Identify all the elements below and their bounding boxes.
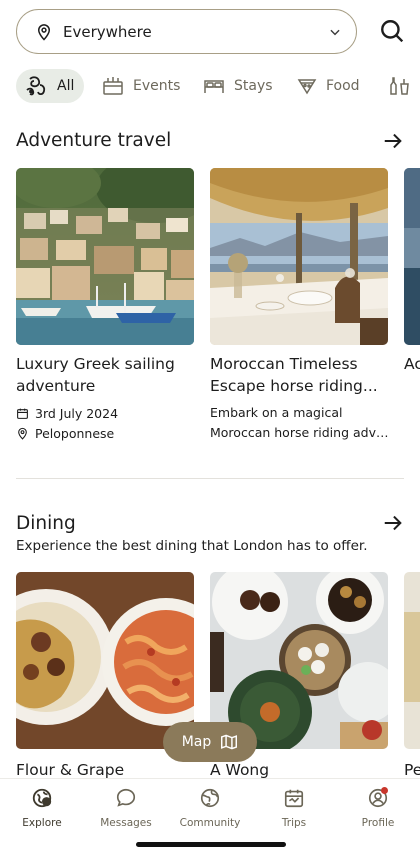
bed-icon (204, 80, 224, 93)
nav-community[interactable]: Community (168, 787, 252, 829)
card-image-partial (404, 572, 420, 749)
map-button[interactable]: Map (163, 722, 257, 762)
nav-explore[interactable]: Explore (0, 787, 84, 829)
globe-icon (200, 788, 220, 808)
home-indicator (136, 842, 286, 847)
arrow-right-icon[interactable] (382, 130, 404, 152)
section-title-adventure: Adventure travel (16, 130, 172, 151)
search-icon[interactable] (379, 18, 405, 44)
section-divider (16, 478, 404, 479)
card-image-moroccan-terrace (210, 168, 388, 345)
chevron-down-icon (330, 29, 340, 35)
chip-food[interactable]: Food (297, 69, 360, 103)
chip-label: Stays (234, 78, 273, 94)
chip-all[interactable]: All (16, 69, 85, 103)
explore-icon (32, 788, 52, 808)
top-bar: Everywhere (0, 0, 420, 62)
card-title-partial: Ac Bo (404, 355, 420, 373)
chip-label: All (57, 78, 75, 94)
food-icon (297, 79, 317, 95)
location-label: Everywhere (63, 22, 152, 41)
card-location: Peloponnese (16, 423, 196, 443)
section-title-dining: Dining (16, 513, 76, 534)
card-image-partial (404, 168, 420, 345)
chip-stays[interactable]: Stays (203, 69, 273, 103)
adventure-card[interactable]: Moroccan Timeless Escape horse riding...… (210, 168, 390, 443)
section-subtitle-dining: Experience the best dining that London h… (16, 538, 368, 554)
nav-label: Explore (22, 817, 62, 829)
map-pin-icon (18, 427, 27, 440)
trips-icon (284, 789, 304, 808)
chip-events[interactable]: Events (102, 69, 180, 103)
map-button-label: Map (181, 734, 212, 750)
events-icon (103, 77, 123, 95)
card-title: Moroccan Timeless Escape horse riding... (210, 355, 378, 395)
drinks-icon (390, 77, 409, 95)
map-pin-icon (37, 23, 51, 41)
nav-messages[interactable]: Messages (84, 787, 168, 829)
chat-bubble-icon (116, 788, 136, 807)
notification-badge (381, 787, 388, 794)
nav-label: Profile (361, 817, 395, 829)
card-description-line-2: Moroccan horse riding adve... (210, 425, 390, 440)
adventure-card[interactable]: Luxury Greek sailing adventure 3rd July … (16, 168, 196, 443)
card-date: 3rd July 2024 (16, 403, 196, 423)
nav-trips[interactable]: Trips (252, 787, 336, 829)
card-image-pasta (16, 572, 194, 749)
calendar-icon (17, 408, 28, 419)
card-title: Luxury Greek sailing adventure (16, 355, 175, 395)
card-date-text: 3rd July 2024 (35, 405, 119, 421)
card-location-text: Peloponnese (35, 425, 115, 441)
location-selector[interactable]: Everywhere (16, 9, 357, 54)
arrow-right-icon[interactable] (382, 512, 404, 534)
card-description-line-1: Embark on a magical (210, 405, 343, 420)
all-icon (26, 76, 46, 96)
card-image-greek-harbour (16, 168, 194, 345)
category-chips: All Events Stays Food (0, 68, 420, 106)
chip-drinks[interactable] (389, 69, 420, 103)
chip-label: Food (326, 78, 360, 94)
dining-card-partial[interactable]: Pe (404, 572, 420, 781)
adventure-card-partial[interactable]: Ac Bo (404, 168, 420, 375)
nav-profile[interactable]: Profile (336, 787, 420, 829)
nav-label: Trips (281, 817, 307, 829)
nav-label: Messages (100, 817, 152, 829)
nav-label: Community (179, 817, 241, 829)
map-icon (221, 734, 238, 750)
chip-label: Events (133, 78, 181, 94)
